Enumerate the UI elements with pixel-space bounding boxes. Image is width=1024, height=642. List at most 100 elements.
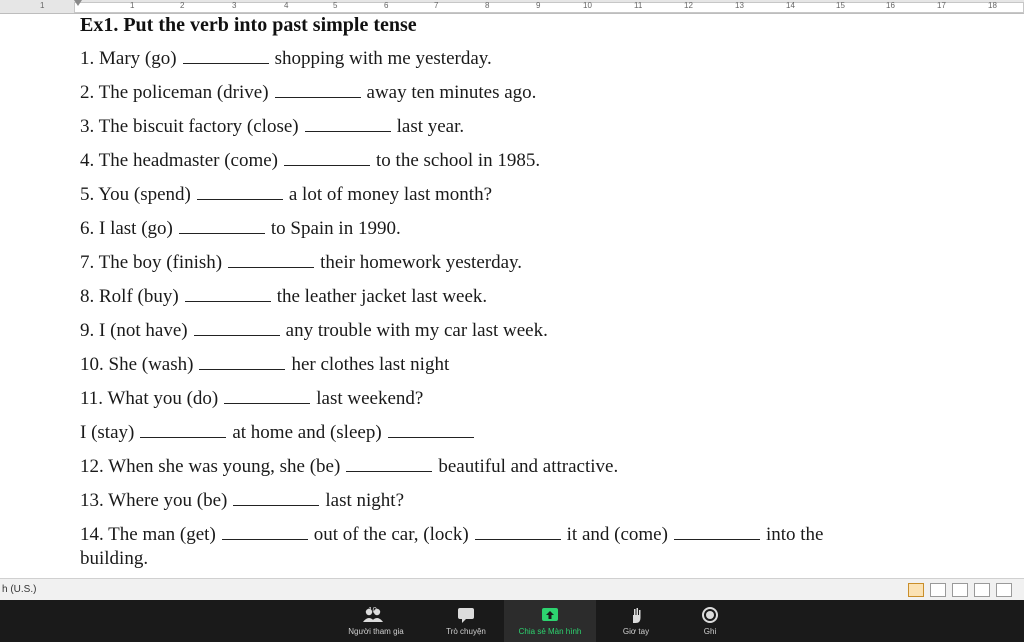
exercise-line: 6. I last (go) to Spain in 1990. — [80, 218, 401, 240]
line-text: last year. — [396, 116, 465, 137]
read-mode-view-icon[interactable] — [930, 583, 946, 597]
participants-label: Người tham gia — [348, 627, 404, 636]
exercise-line: 7. The boy (finish) their homework yester… — [80, 252, 522, 274]
status-bar: h (U.S.) — [0, 578, 1024, 601]
exercise-line: 5. You (spend) a lot of money last month? — [80, 184, 492, 206]
ruler-track — [74, 2, 1024, 13]
line-text: her clothes last night — [291, 354, 450, 375]
answer-blank — [228, 252, 315, 268]
chat-button[interactable]: Trò chuyện — [434, 600, 498, 642]
line-text: away ten minutes ago. — [366, 82, 537, 103]
answer-blank — [221, 524, 308, 540]
chat-label: Trò chuyện — [446, 627, 486, 636]
language-indicator[interactable]: h (U.S.) — [2, 584, 36, 595]
answer-blank — [182, 48, 269, 64]
ruler-number: 8 — [485, 1, 490, 10]
line-text: 10. She (wash) — [80, 354, 194, 375]
ruler-number: 5 — [333, 1, 338, 10]
exercise-line: 13. Where you (be) last night? — [80, 490, 404, 512]
line-text: it and (come) — [566, 524, 668, 545]
exercise-line: I (stay) at home and (sleep) — [80, 422, 480, 444]
line-text: shopping with me yesterday. — [274, 48, 492, 69]
record-label: Ghi — [703, 627, 717, 636]
exercise-title: Ex1. Put the verb into past simple tense — [80, 14, 417, 36]
answer-blank — [274, 82, 361, 98]
line-text: 12. When she was young, she (be) — [80, 456, 341, 477]
exercise-line: 11. What you (do) last weekend? — [80, 388, 423, 410]
exercise-line: 8. Rolf (buy) the leather jacket last wee… — [80, 286, 487, 308]
participants-count: 10 — [368, 606, 377, 615]
line-text: into the — [765, 524, 824, 545]
answer-blank — [304, 116, 391, 132]
answer-blank — [140, 422, 227, 438]
ruler-number: 3 — [232, 1, 237, 10]
raise-hand-label: Giơ tay — [622, 627, 650, 636]
answer-blank — [673, 524, 760, 540]
ruler-number: 11 — [634, 1, 643, 10]
ruler-number: 14 — [786, 1, 795, 10]
document-page[interactable]: Ex1. Put the verb into past simple tense… — [0, 14, 1024, 576]
ruler-number: 7 — [434, 1, 439, 10]
share-screen-label: Chia sẻ Màn hình — [518, 627, 582, 636]
ruler-number: 10 — [583, 1, 592, 10]
answer-blank — [387, 422, 474, 438]
exercise-line: 4. The headmaster (come) to the school in… — [80, 150, 540, 172]
exercise-line: 14. The man (get) out of the car, (lock) i… — [80, 524, 823, 546]
line-text: 3. The biscuit factory (close) — [80, 116, 299, 137]
line-text: a lot of money last month? — [288, 184, 493, 205]
line-text: 13. Where you (be) — [80, 490, 228, 511]
exercise-line: 2. The policeman (drive) away ten minutes… — [80, 82, 536, 104]
line-text: last weekend? — [316, 388, 424, 409]
horizontal-ruler: 1 1 2 3 4 5 6 7 8 9 10 11 12 13 14 15 16… — [0, 0, 1024, 14]
line-text: 1. Mary (go) — [80, 48, 177, 69]
exercise-line: 3. The biscuit factory (close) last year. — [80, 116, 464, 138]
ruler-indent-marker[interactable] — [74, 0, 82, 6]
line-text: out of the car, (lock) — [313, 524, 469, 545]
record-button[interactable]: Ghi — [682, 600, 738, 642]
view-buttons — [908, 583, 1012, 597]
line-text: 9. I (not have) — [80, 320, 188, 341]
line-text: 5. You (spend) — [80, 184, 191, 205]
print-layout-view-icon[interactable] — [908, 583, 924, 597]
answer-blank — [199, 354, 286, 370]
exercise-line: 12. When she was young, she (be) beautifu… — [80, 456, 618, 478]
ruler-number: 16 — [886, 1, 895, 10]
record-icon — [702, 607, 718, 623]
answer-blank — [284, 150, 371, 166]
raise-hand-icon — [633, 608, 641, 623]
ruler-number: 9 — [536, 1, 541, 10]
exercise-line: 10. She (wash) her clothes last night — [80, 354, 449, 376]
ruler-number: 1 — [130, 1, 135, 10]
ruler-number: 2 — [180, 1, 185, 10]
outline-view-icon[interactable] — [974, 583, 990, 597]
line-text: 7. The boy (finish) — [80, 252, 223, 273]
line-text: last night? — [325, 490, 405, 511]
ruler-number: 17 — [937, 1, 946, 10]
answer-blank — [196, 184, 283, 200]
ruler-number: 15 — [836, 1, 845, 10]
line-text: 6. I last (go) — [80, 218, 173, 239]
share-screen-icon — [542, 608, 558, 621]
line-text: their homework yesterday. — [320, 252, 523, 273]
meeting-toolbar: 10 Người tham gia Trò chuyện Chia sẻ Màn… — [0, 600, 1024, 642]
ruler-number: 1 — [40, 1, 45, 10]
draft-view-icon[interactable] — [996, 583, 1012, 597]
share-screen-button[interactable]: Chia sẻ Màn hình — [504, 600, 596, 642]
answer-blank — [193, 320, 280, 336]
line-text: 4. The headmaster (come) — [80, 150, 279, 171]
exercise-line: 9. I (not have) any trouble with my car l… — [80, 320, 548, 342]
answer-blank — [233, 490, 320, 506]
ruler-number: 18 — [988, 1, 997, 10]
chat-icon — [458, 608, 474, 623]
line-text: I (stay) — [80, 422, 135, 443]
ruler-number: 13 — [735, 1, 744, 10]
line-text: to Spain in 1990. — [270, 218, 401, 239]
answer-blank — [224, 388, 311, 404]
web-layout-view-icon[interactable] — [952, 583, 968, 597]
line-text: 2. The policeman (drive) — [80, 82, 269, 103]
participants-button[interactable]: 10 Người tham gia — [334, 600, 418, 642]
line-text: the leather jacket last week. — [276, 286, 488, 307]
raise-hand-button[interactable]: Giơ tay — [606, 600, 666, 642]
line-text: at home and (sleep) — [232, 422, 382, 443]
line-text: any trouble with my car last week. — [285, 320, 548, 341]
